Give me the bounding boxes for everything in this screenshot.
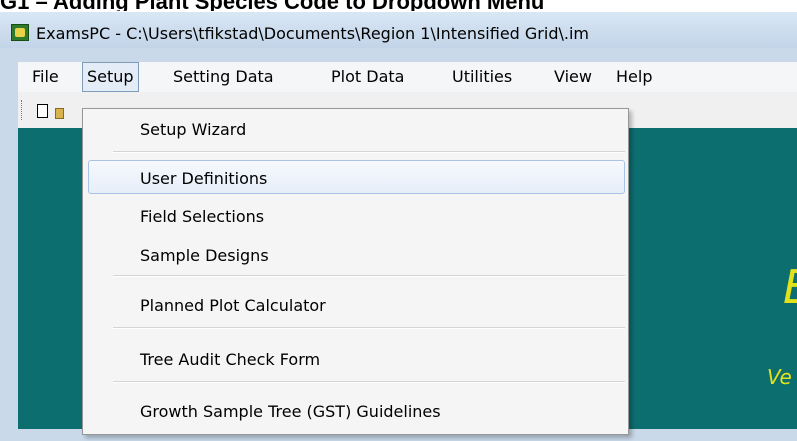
menu-separator [113, 327, 625, 329]
menu-help[interactable]: Help [616, 62, 652, 92]
menu-setup[interactable]: Setup [82, 62, 139, 92]
client-subheading-text: Ve [767, 365, 792, 389]
menu-item-setup-wizard[interactable]: Setup Wizard [140, 120, 246, 140]
menu-item-gst-guidelines[interactable]: Growth Sample Tree (GST) Guidelines [140, 402, 441, 422]
menu-item-sample-designs[interactable]: Sample Designs [140, 246, 269, 266]
menu-item-tree-audit-check-form[interactable]: Tree Audit Check Form [140, 350, 320, 370]
window-title: ExamsPC - C:\Users\tfikstad\Documents\Re… [36, 24, 589, 43]
menu-separator [113, 381, 625, 383]
title-bar: ExamsPC - C:\Users\tfikstad\Documents\Re… [0, 12, 797, 48]
toolbar-grip[interactable] [21, 100, 25, 120]
menu-view[interactable]: View [554, 62, 592, 92]
new-document-icon[interactable] [37, 104, 48, 118]
menu-plot-data[interactable]: Plot Data [331, 62, 404, 92]
menu-bar: File Setup Setting Data Plot Data Utilit… [18, 62, 797, 92]
menu-item-user-definitions[interactable]: User Definitions [140, 169, 267, 189]
setup-dropdown-menu: Setup Wizard User Definitions Field Sele… [82, 108, 629, 435]
menu-utilities[interactable]: Utilities [452, 62, 512, 92]
menu-file[interactable]: File [32, 62, 59, 92]
menu-setting-data[interactable]: Setting Data [173, 62, 274, 92]
menu-separator [113, 275, 625, 277]
client-heading-text: E [783, 260, 797, 314]
app-icon [11, 24, 29, 41]
open-folder-icon[interactable] [55, 108, 64, 119]
slide-title: G1 – Adding Plant Species Code to Dropdo… [0, 0, 797, 11]
menu-item-planned-plot-calculator[interactable]: Planned Plot Calculator [140, 296, 326, 316]
menu-item-field-selections[interactable]: Field Selections [140, 207, 264, 227]
menu-separator [113, 151, 625, 153]
